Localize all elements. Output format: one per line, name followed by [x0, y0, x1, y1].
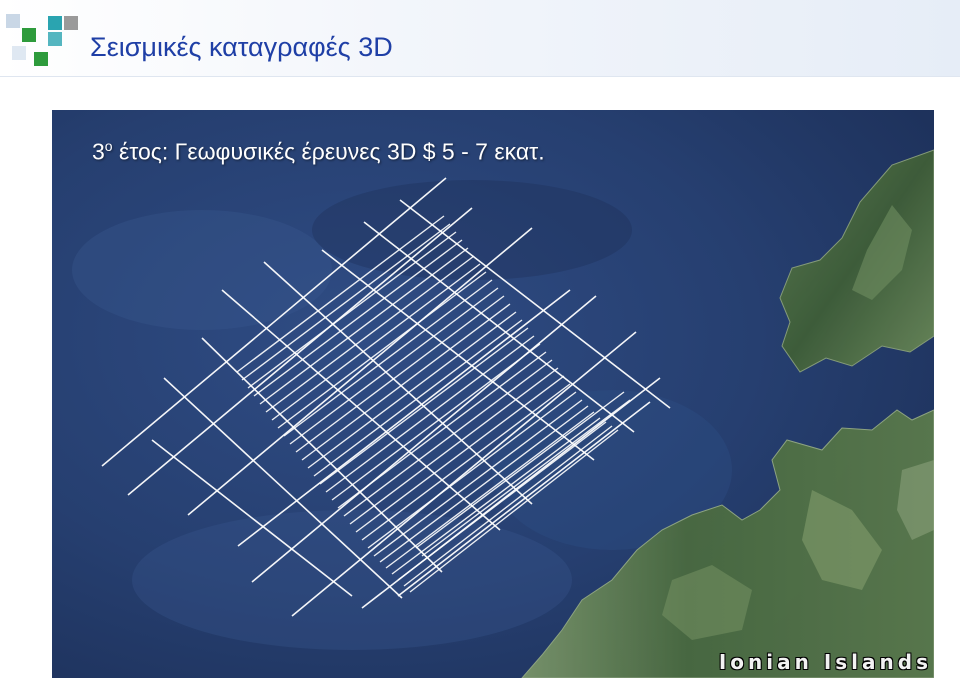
satellite-map: 3ο έτος: Γεωφυσικές έρευνες 3D $ 5 - 7 ε… — [52, 110, 934, 678]
caption-number: 3 — [92, 138, 105, 165]
map-caption: 3ο έτος: Γεωφυσικές έρευνες 3D $ 5 - 7 ε… — [92, 138, 545, 166]
header-bar: Σεισμικές καταγραφές 3D — [0, 0, 960, 77]
caption-superscript: ο — [104, 138, 113, 154]
slide: Σεισμικές καταγραφές 3D 3ο έτος: Γεωφυσι… — [0, 0, 960, 680]
slide-title: Σεισμικές καταγραφές 3D — [90, 32, 393, 62]
map-region-label: Ionian Islands — [718, 650, 932, 674]
logo-squares-icon — [6, 12, 86, 76]
map-graphic — [52, 110, 934, 678]
caption-text: έτος: Γεωφυσικές έρευνες 3D $ 5 - 7 εκατ… — [112, 138, 545, 165]
